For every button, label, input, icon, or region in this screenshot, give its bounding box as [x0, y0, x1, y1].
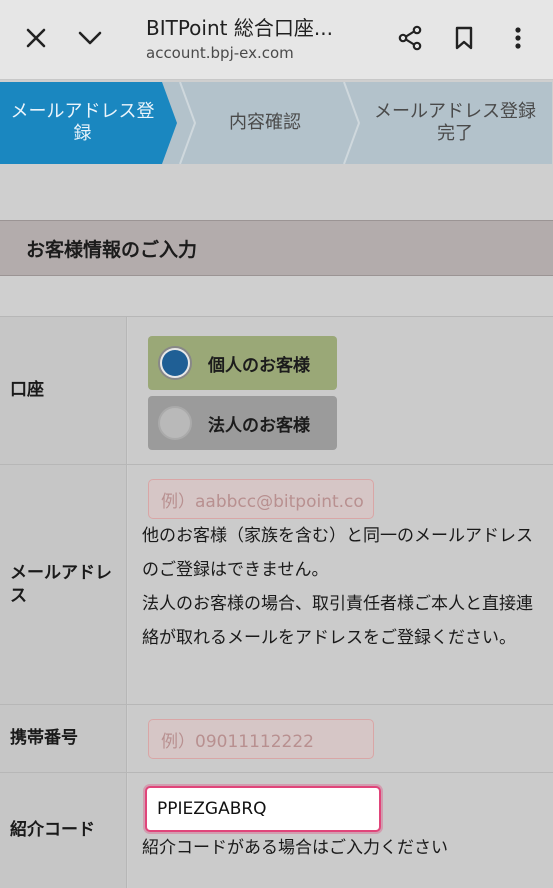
email-row: メールアドレス 例）aabbcc@bitpoint.co 他のお客様（家族を含む… — [0, 464, 553, 704]
page-url: account.bpj-ex.com — [146, 44, 294, 62]
email-field[interactable]: 例）aabbcc@bitpoint.co — [148, 479, 374, 519]
email-note-1: 他のお客様（家族を含む）と同一のメールアドレスのご登録はできません。 — [142, 526, 533, 580]
radio-selected-icon — [158, 346, 192, 380]
step-progress-bar: メールアドレス登録 内容確認 メールアドレス登録完了 — [0, 82, 553, 164]
bookmark-icon[interactable] — [448, 22, 480, 54]
step-2-label: 内容確認 — [229, 111, 301, 133]
individual-radio-label: 個人のお客様 — [208, 355, 310, 376]
referral-note: 紹介コードがある場合はご入力ください — [142, 838, 448, 858]
phone-row: 携帯番号 例）09011112222 — [0, 704, 553, 772]
section-header: お客様情報のご入力 — [0, 220, 553, 276]
browser-toolbar: BITPoint 総合口座... account.bpj-ex.com — [0, 0, 553, 80]
close-icon[interactable] — [20, 22, 52, 54]
radio-unselected-icon — [158, 406, 192, 440]
corporate-radio-label: 法人のお客様 — [208, 415, 310, 436]
individual-radio-option[interactable]: 個人のお客様 — [148, 336, 337, 390]
phone-label: 携帯番号 — [0, 705, 127, 772]
referral-label: 紹介コード — [0, 773, 127, 888]
page-title: BITPoint 総合口座... — [146, 16, 333, 40]
step-1-label: メールアドレス登録 — [10, 100, 155, 145]
share-icon[interactable] — [394, 22, 426, 54]
chevron-down-icon[interactable] — [74, 22, 106, 54]
step-3-label: メールアドレス登録完了 — [374, 100, 536, 145]
referral-code-input[interactable]: PPIEZGABRQ — [145, 786, 381, 832]
email-note-2: 法人のお客様の場合、取引責任者様ご本人と直接連絡が取れるメールをアドレスをご登録… — [142, 594, 533, 648]
phone-field[interactable]: 例）09011112222 — [148, 719, 374, 759]
corporate-radio-option[interactable]: 法人のお客様 — [148, 396, 337, 450]
account-type-row: 口座 個人のお客様 法人のお客様 — [0, 316, 553, 464]
account-type-label: 口座 — [0, 317, 127, 464]
referral-row: 紹介コード PPIEZGABRQ 紹介コードがある場合はご入力ください — [0, 772, 553, 888]
more-vert-icon[interactable] — [502, 22, 534, 54]
email-label: メールアドレス — [0, 465, 127, 704]
